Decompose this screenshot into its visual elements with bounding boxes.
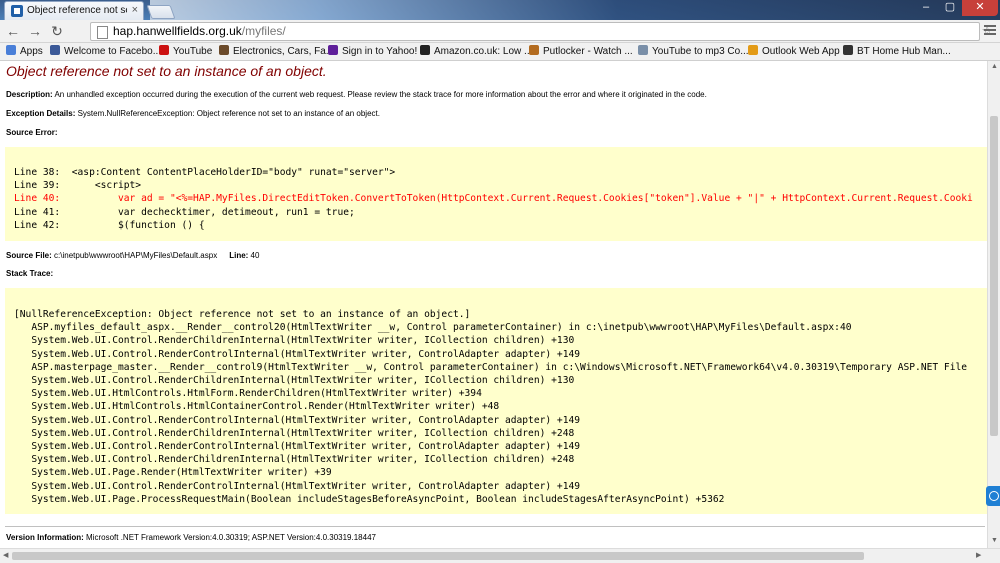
horizontal-scrollbar[interactable]: ◀ ▶: [0, 548, 1000, 563]
window-maximize-button[interactable]: ▢: [938, 0, 962, 16]
window-close-button[interactable]: ✕: [962, 0, 998, 16]
new-tab-button[interactable]: [146, 5, 176, 19]
back-button-icon[interactable]: ←: [4, 22, 22, 40]
source-error-heading: Source Error:: [6, 128, 58, 137]
stack-line: ASP.myfiles_default_aspx.__Render__contr…: [14, 322, 852, 334]
apps-grid-icon: [6, 45, 16, 55]
version-text: Microsoft .NET Framework Version:4.0.303…: [83, 533, 376, 542]
vertical-scrollbar[interactable]: ▲ ▼: [987, 61, 1000, 548]
stack-line: System.Web.UI.Control.RenderControlInter…: [14, 480, 581, 492]
bookmark-yahoo[interactable]: Sign in to Yahoo!: [328, 44, 417, 59]
youtube-icon: [159, 45, 169, 55]
source-file-value: c:\inetpub\wwwroot\HAP\MyFiles\Default.a…: [51, 251, 218, 260]
address-url[interactable]: hap.hanwellfields.org.uk/myfiles/: [113, 24, 286, 38]
stack-line: System.Web.UI.Control.RenderChildrenInte…: [14, 335, 575, 347]
scroll-right-arrow-icon[interactable]: ▶: [976, 551, 981, 559]
bookmark-putlocker[interactable]: Putlocker - Watch ...: [529, 44, 633, 59]
horizontal-scroll-thumb[interactable]: [12, 552, 864, 560]
source-file-line: Source File: c:\inetpub\wwwroot\HAP\MyFi…: [6, 251, 259, 260]
stack-line: System.Web.UI.Control.RenderChildrenInte…: [14, 427, 575, 439]
site-favicon-icon: [11, 5, 23, 17]
description-line: Description: An unhandled exception occu…: [6, 90, 707, 99]
stack-line: ASP.masterpage_master.__Render__control9…: [14, 361, 968, 373]
scroll-left-arrow-icon[interactable]: ◀: [3, 551, 8, 559]
exception-text: System.NullReferenceException: Object re…: [75, 109, 380, 118]
stack-line: System.Web.UI.Page.Render(HtmlTextWriter…: [14, 467, 332, 479]
source-error-box: Line 38: <asp:Content ContentPlaceHolder…: [5, 147, 987, 241]
divider: [5, 526, 985, 527]
page-icon: [97, 26, 108, 39]
bookmark-facebook[interactable]: Welcome to Facebo...: [50, 44, 161, 59]
ebay-icon: [219, 45, 229, 55]
browser-title-bar: Object reference not set to an instance …: [0, 0, 1000, 20]
bookmark-apps[interactable]: Apps: [6, 44, 43, 59]
version-information-line: Version Information: Microsoft .NET Fram…: [6, 533, 376, 542]
amazon-icon: [420, 45, 430, 55]
scroll-up-arrow-icon[interactable]: ▲: [991, 63, 998, 70]
error-title: Object reference not set to an instance …: [6, 63, 327, 79]
bookmark-bt-home-hub[interactable]: BT Home Hub Man...: [843, 44, 951, 59]
source-line: Line 41: var dechecktimer, detimeout, ru…: [14, 206, 355, 218]
desktop-background-strip: [150, 0, 1000, 20]
address-bar[interactable]: hap.hanwellfields.org.uk/myfiles/ ☆: [90, 22, 993, 41]
source-file-label: Source File:: [6, 251, 52, 260]
exception-label: Exception Details:: [6, 109, 76, 118]
outlook-icon: [748, 45, 758, 55]
facebook-icon: [50, 45, 60, 55]
bookmark-outlook[interactable]: Outlook Web App: [748, 44, 840, 59]
source-code: Line 38: <asp:Content ContentPlaceHolder…: [5, 147, 987, 232]
source-line-highlighted: Line 40: var ad = "<%=HAP.MyFiles.Direct…: [14, 193, 973, 205]
stack-line: [NullReferenceException: Object referenc…: [14, 309, 471, 320]
stack-trace-heading: Stack Trace:: [6, 269, 54, 278]
bookmarks-bar: Apps Welcome to Facebo... YouTube Electr…: [0, 43, 1000, 61]
skype-widget-icon[interactable]: [986, 486, 1000, 506]
bookmark-youtube-mp3[interactable]: YouTube to mp3 Co...: [638, 44, 749, 59]
reload-button-icon[interactable]: ↻: [48, 22, 66, 40]
vertical-scroll-thumb[interactable]: [990, 116, 998, 436]
browser-tab[interactable]: Object reference not set to an instance …: [4, 1, 144, 20]
yahoo-icon: [328, 45, 338, 55]
forward-button-icon[interactable]: →: [26, 22, 44, 40]
stack-line: System.Web.UI.Control.RenderControlInter…: [14, 414, 581, 426]
stack-trace-text: [NullReferenceException: Object referenc…: [5, 288, 987, 506]
stack-line: System.Web.UI.Page.ProcessRequestMain(Bo…: [14, 493, 725, 505]
source-line: Line 42: $(function () {: [14, 219, 205, 231]
exception-details-line: Exception Details: System.NullReferenceE…: [6, 109, 380, 118]
version-label: Version Information:: [6, 533, 84, 542]
browser-toolbar: ← → ↻ hap.hanwellfields.org.uk/myfiles/ …: [0, 20, 1000, 43]
bt-icon: [843, 45, 853, 55]
source-line: Line 38: <asp:Content ContentPlaceHolder…: [14, 167, 396, 178]
tab-title: Object reference not set to an instance …: [27, 5, 127, 16]
stack-line: System.Web.UI.Control.RenderChildrenInte…: [14, 454, 575, 466]
tab-close-icon[interactable]: ×: [132, 4, 138, 16]
description-text: An unhandled exception occurred during t…: [52, 90, 707, 99]
stack-line: System.Web.UI.Control.RenderControlInter…: [14, 348, 581, 360]
page-content: Object reference not set to an instance …: [0, 61, 987, 548]
stack-line: System.Web.UI.Control.RenderControlInter…: [14, 441, 581, 453]
bookmark-amazon[interactable]: Amazon.co.uk: Low ...: [420, 44, 532, 59]
stack-line: System.Web.UI.HtmlControls.HtmlContainer…: [14, 401, 500, 413]
converter-icon: [638, 45, 648, 55]
chrome-menu-icon[interactable]: [984, 23, 996, 37]
putlocker-icon: [529, 45, 539, 55]
url-path: /myfiles/: [241, 24, 286, 38]
bookmark-ebay[interactable]: Electronics, Cars, Fa...: [219, 44, 334, 59]
stack-line: System.Web.UI.HtmlControls.HtmlForm.Rend…: [14, 388, 482, 400]
scroll-down-arrow-icon[interactable]: ▼: [991, 537, 998, 544]
bookmark-youtube[interactable]: YouTube: [159, 44, 212, 59]
line-value: 40: [248, 251, 260, 260]
source-line: Line 39: <script>: [14, 180, 142, 192]
stack-line: System.Web.UI.Control.RenderChildrenInte…: [14, 375, 575, 387]
stack-trace-box: [NullReferenceException: Object referenc…: [5, 288, 987, 514]
url-host: hap.hanwellfields.org.uk: [113, 24, 242, 38]
description-label: Description:: [6, 90, 53, 99]
window-minimize-button[interactable]: –: [914, 0, 938, 16]
line-label: Line:: [229, 251, 249, 260]
